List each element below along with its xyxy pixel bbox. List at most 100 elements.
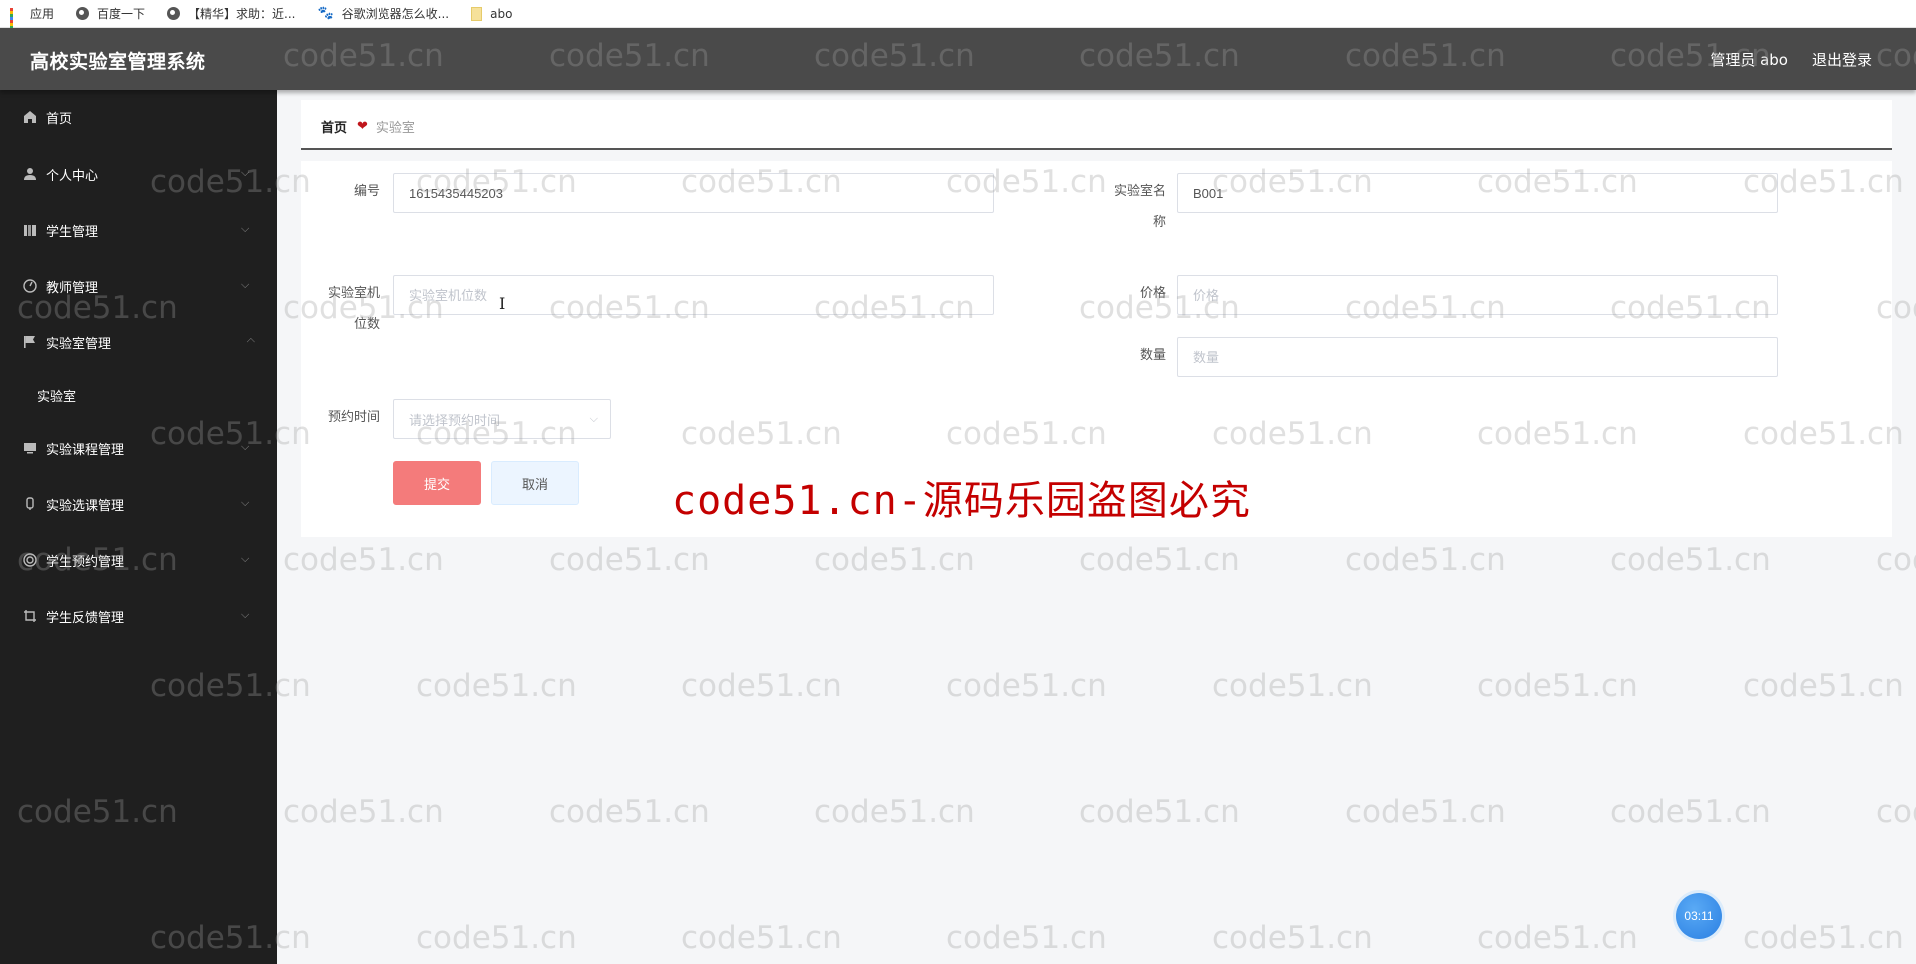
seat-count-label: 实验室机 位数 — [310, 282, 380, 337]
cancel-button[interactable]: 取消 — [491, 461, 579, 505]
sidebar-item-course-management[interactable]: 实验课程管理 ⌵ — [0, 428, 277, 468]
sidebar-item-label: 实验室管理 — [46, 336, 112, 352]
watermark-text: code51.cn — [549, 542, 710, 578]
quantity-input[interactable] — [1177, 337, 1778, 377]
bookmark-chrome-tip[interactable]: 🐾 谷歌浏览器怎么收... — [317, 5, 449, 22]
sidebar-item-course-selection[interactable]: 实验选课管理 ⌵ — [0, 484, 277, 524]
sidebar-item-home[interactable]: 首页 — [0, 97, 277, 137]
watermark-text: code51.cn — [946, 668, 1107, 704]
apps-grid-icon — [10, 7, 22, 35]
microphone-icon — [22, 496, 38, 512]
seat-count-label-line1: 实验室机 — [327, 286, 380, 301]
watermark-text: code51.cn — [681, 668, 842, 704]
watermark-text: code51.cn — [1212, 668, 1373, 704]
sidebar-item-teacher-management[interactable]: 教师管理 ⌵ — [0, 266, 277, 306]
lifebuoy-icon — [22, 552, 38, 568]
sidebar-item-personal-center[interactable]: 个人中心 ⌵ — [0, 154, 277, 194]
sidebar-item-reservation[interactable]: 学生预约管理 ⌵ — [0, 540, 277, 580]
quantity-label: 数量 — [1139, 348, 1166, 363]
chevron-down-icon: ⌵ — [241, 278, 250, 291]
home-icon — [22, 109, 38, 125]
watermark-text: code51.cn — [1876, 794, 1916, 830]
sidebar-item-label: 实验选课管理 — [46, 498, 125, 514]
user-icon — [22, 166, 38, 182]
recording-timer[interactable]: 03:11 — [1676, 893, 1722, 939]
monitor-icon — [22, 440, 38, 456]
sidebar: 首页 个人中心 ⌵ 学生管理 ⌵ 教师管理 ⌵ 实验室管理 ⌵ 实验室 实验课程… — [0, 90, 277, 964]
watermark-text: code51.cn — [1345, 542, 1506, 578]
watermark-text: code51.cn — [549, 794, 710, 830]
sidebar-item-student-management[interactable]: 学生管理 ⌵ — [0, 210, 277, 250]
seat-count-label-line2: 位数 — [353, 316, 380, 332]
sidebar-subitem-lab[interactable]: 实验室 — [0, 375, 277, 415]
chevron-up-icon: ⌵ — [246, 335, 255, 348]
sidebar-item-label: 首页 — [46, 111, 73, 127]
sidebar-item-label: 学生管理 — [46, 224, 99, 240]
folder-icon — [471, 6, 483, 21]
reserve-time-placeholder: 请选择预约时间 — [409, 413, 501, 429]
bookmarks-bar: 应用 百度一下 【精华】求助：近... 🐾 谷歌浏览器怎么收... abo — [0, 0, 1916, 35]
price-label: 价格 — [1139, 286, 1166, 301]
watermark-text: code51.cn — [1212, 920, 1373, 956]
dashboard-icon — [22, 278, 38, 294]
watermark-text: code51.cn — [1477, 668, 1638, 704]
reserve-time-label: 预约时间 — [327, 410, 380, 425]
watermark-text: code51.cn — [1876, 542, 1916, 578]
sidebar-item-label: 学生反馈管理 — [46, 610, 125, 626]
copyright-notice: code51.cn-源码乐园盗图必究 — [672, 478, 1251, 524]
app-title: 高校实验室管理系统 — [30, 51, 206, 73]
sidebar-subitem-label: 实验室 — [37, 389, 77, 405]
watermark-text: code51.cn — [416, 920, 577, 956]
watermark-text: code51.cn — [283, 794, 444, 830]
lab-name-label-line2: 称 — [1152, 214, 1166, 230]
breadcrumb-home[interactable]: 首页 — [321, 117, 347, 136]
bookmark-label: 【精华】求助：近... — [188, 7, 296, 21]
bookmark-folder-abo[interactable]: abo — [471, 6, 513, 21]
lab-name-input[interactable] — [1177, 173, 1778, 213]
watermark-text: code51.cn — [1477, 920, 1638, 956]
lab-name-label: 实验室名 称 — [1096, 180, 1166, 235]
chevron-down-icon: ⌵ — [241, 440, 250, 453]
current-user[interactable]: 管理员 abo — [1710, 49, 1788, 70]
number-label: 编号 — [353, 184, 380, 199]
sidebar-item-feedback[interactable]: 学生反馈管理 ⌵ — [0, 596, 277, 636]
heart-icon: ❤ — [357, 119, 368, 134]
bookmark-label: 谷歌浏览器怎么收... — [341, 7, 450, 21]
logout-button[interactable]: 退出登录 — [1812, 49, 1872, 70]
watermark-text: code51.cn — [416, 668, 577, 704]
lab-name-label-line1: 实验室名 — [1113, 184, 1166, 199]
bookmark-forum[interactable]: 【精华】求助：近... — [167, 5, 295, 22]
watermark-text: code51.cn — [1079, 794, 1240, 830]
bookmark-label: abo — [490, 6, 513, 21]
chevron-down-icon: ⌵ — [241, 608, 250, 621]
breadcrumb-current: 实验室 — [375, 121, 415, 136]
watermark-text: code51.cn — [1743, 920, 1904, 956]
chevron-down-icon: ⌵ — [241, 166, 250, 179]
watermark-text: code51.cn — [814, 794, 975, 830]
sidebar-item-label: 学生预约管理 — [46, 554, 125, 570]
chevron-down-icon: ⌵ — [241, 552, 250, 565]
bookmark-baidu[interactable]: 百度一下 — [76, 5, 145, 22]
number-input[interactable] — [393, 173, 994, 213]
globe-icon — [76, 7, 90, 20]
flag-icon — [22, 334, 38, 350]
submit-button[interactable]: 提交 — [393, 461, 481, 505]
bookmark-label: 百度一下 — [97, 7, 146, 21]
book-icon — [22, 222, 38, 238]
price-input[interactable] — [1177, 275, 1778, 315]
watermark-text: code51.cn — [814, 542, 975, 578]
bookmark-label: 应用 — [30, 7, 55, 21]
text-cursor-icon: I — [499, 294, 506, 313]
app-header: 高校实验室管理系统 管理员 abo 退出登录 — [0, 28, 1916, 90]
watermark-text: code51.cn — [1079, 542, 1240, 578]
watermark-text: code51.cn — [1610, 542, 1771, 578]
sidebar-item-lab-management[interactable]: 实验室管理 ⌵ — [0, 322, 277, 362]
watermark-text: code51.cn — [1345, 794, 1506, 830]
crop-icon — [22, 608, 38, 624]
reserve-time-select[interactable]: 请选择预约时间 ⌵ — [393, 399, 611, 439]
sidebar-item-label: 个人中心 — [46, 168, 99, 184]
seat-count-input[interactable] — [393, 275, 994, 315]
bookmark-apps[interactable]: 应用 — [10, 5, 55, 35]
watermark-text: code51.cn — [1610, 794, 1771, 830]
chevron-down-icon: ⌵ — [589, 412, 598, 425]
